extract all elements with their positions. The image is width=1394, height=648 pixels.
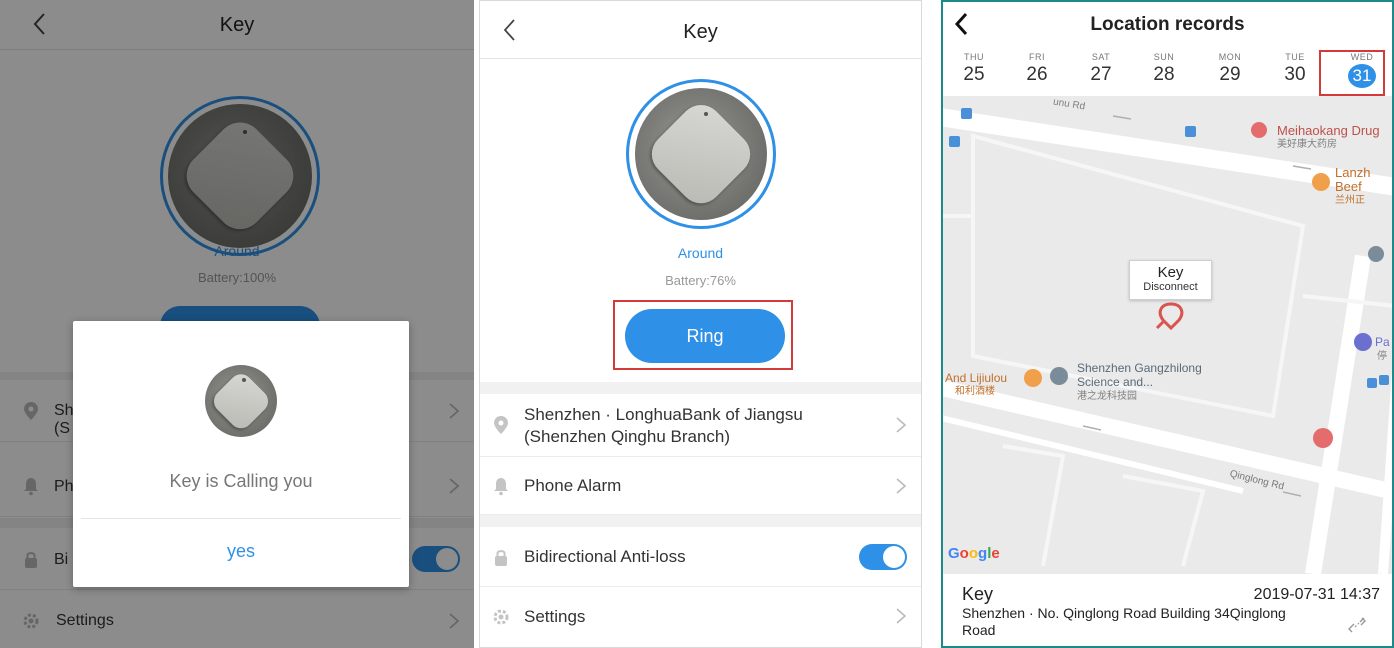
bell-icon [494,478,508,496]
day-thu[interactable]: THU 25 [949,52,999,86]
page-title: Key [683,21,718,43]
poi-restaurant: And Lijiulou [945,371,1008,385]
phone-alarm-label: Phone Alarm [524,476,622,495]
location-line-1: Shenzhen · LonghuaBank of Jiangsu [524,405,803,424]
device-photo [205,365,277,437]
anti-loss-toggle[interactable] [859,544,907,570]
phone-alarm-row[interactable]: Phone Alarm [480,457,921,515]
key-screen-calling: Key Around Battery:100% Sh (S Ph Bi Setti… [0,0,474,648]
location-row[interactable]: Shenzhen · LonghuaBank of Jiangsu (Shenz… [480,394,921,457]
day-tue[interactable]: TUE 30 [1270,52,1320,86]
record-name: Key [962,584,994,604]
poi-science-1: Shenzhen Gangzhilong [1077,361,1202,375]
location-records-screen: Location records THU 25 FRI 26 SAT 27 SUN 28… [941,0,1394,648]
device-photo [635,88,767,220]
page-title: Location records [1090,14,1245,35]
poi-lanzhou-1: Lanzh [1335,165,1371,180]
dialog-message: Key is Calling you [169,471,313,491]
day-mon[interactable]: MON 29 [1205,52,1255,86]
chevron-right-icon [896,478,907,494]
poi-science-cn: 港之龙科技园 [1077,391,1137,402]
record-card: Key 2019-07-31 14:37 Shenzhen · No. Qing… [943,574,1392,646]
disconnected-link-icon [1348,617,1366,633]
gear-icon [493,609,509,625]
poi-science-2: Science and... [1077,375,1154,389]
poi-parking: Pa [1375,335,1390,349]
ring-button[interactable]: Ring [625,309,785,363]
lock-icon [495,550,507,566]
selected-day-highlight [1319,50,1385,96]
chevron-right-icon [896,417,907,433]
key-screen: Key Around Battery:76% Ring Shenzhen · L… [479,0,922,648]
settings-label: Settings [524,607,586,626]
yes-button[interactable]: yes [73,541,409,562]
calling-dialog: Key is Calling you yes [73,321,409,587]
anti-loss-label: Bidirectional Anti-loss [524,547,686,566]
device-status: Around [677,245,724,261]
anti-loss-row: Bidirectional Anti-loss [480,527,921,587]
poi-lanzhou-2: Beef [1335,179,1362,194]
chevron-right-icon [896,608,907,624]
marker-callout[interactable]: Key Disconnect [1129,260,1212,300]
battery-level: Battery:76% [665,273,736,288]
day-fri[interactable]: FRI 26 [1012,52,1062,86]
poi-pharmacy-cn: 美好康大药房 [1277,139,1337,150]
poi-restaurant-cn: 和利酒楼 [955,386,995,397]
settings-row[interactable]: Settings [480,587,921,647]
day-sun[interactable]: SUN 28 [1139,52,1189,86]
header: Key [480,1,921,59]
record-address: Shenzhen · No. Qinglong Road Building 34… [962,605,1286,638]
record-time: 2019-07-31 14:37 [1253,586,1380,603]
poi-lanzhou-cn: 兰州正 [1335,195,1365,206]
google-logo: Google [948,545,1000,562]
date-strip: THU 25 FRI 26 SAT 27 SUN 28 MON 29 TUE 30 WED 3… [943,46,1392,96]
callout-title: Key [1157,264,1184,281]
day-sat[interactable]: SAT 27 [1076,52,1126,86]
location-line-2: (Shenzhen Qinghu Branch) [524,427,731,446]
poi-pharmacy: Meihaokang Drug [1277,123,1380,138]
header: Location records [943,2,1392,46]
callout-status: Disconnect [1143,281,1198,293]
poi-parking-cn: 停 [1377,351,1387,362]
map-roads [943,96,1392,574]
map-view[interactable]: unu Rd Meihaokang Drug 美好康大药房 Lanzh Beef… [943,96,1392,574]
location-pin-icon [494,416,508,434]
